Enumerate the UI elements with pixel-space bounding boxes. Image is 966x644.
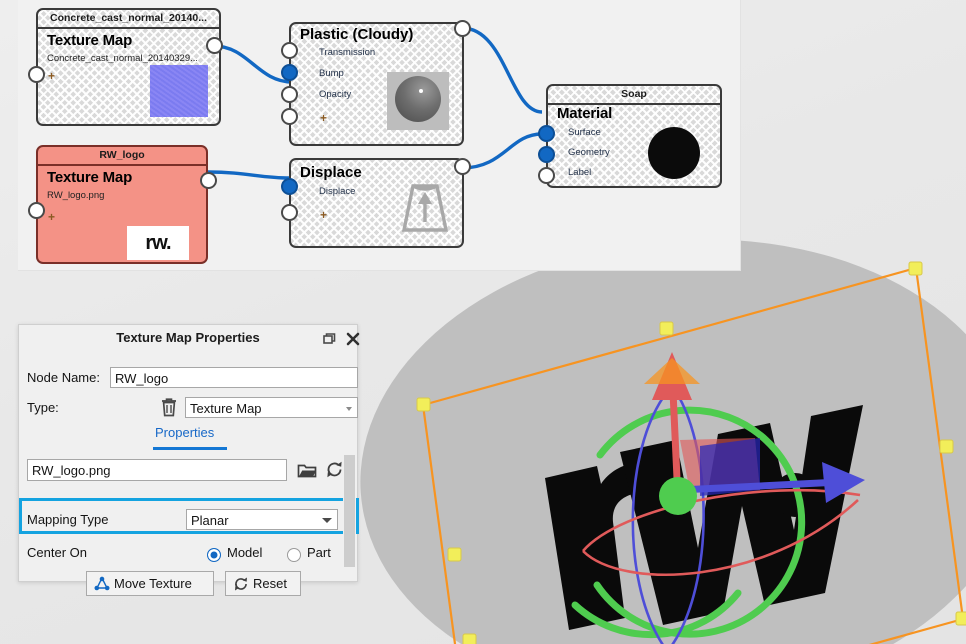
row-center-on: Center On Model Part: [19, 538, 357, 568]
node-subtitle: RW_logo.png: [47, 190, 105, 201]
node-name-input[interactable]: RW_logo: [110, 367, 358, 388]
port-label-bump: Bump: [319, 68, 344, 79]
type-label: Type:: [27, 400, 59, 415]
port-in-concrete[interactable]: [28, 66, 45, 83]
type-select[interactable]: Texture Map: [185, 397, 358, 418]
port-in-label[interactable]: [538, 167, 555, 184]
node-heading: Displace: [300, 164, 362, 181]
wire-rwlogo-to-displace: [207, 170, 291, 180]
node-body: Plastic (Cloudy) Transmission Bump Opaci…: [291, 24, 462, 144]
wire-plastic-to-surface: [461, 26, 543, 114]
center-on-label: Center On: [27, 545, 87, 560]
node-add-dot[interactable]: +: [48, 70, 55, 82]
trash-icon[interactable]: [159, 397, 179, 423]
tab-properties[interactable]: Properties: [155, 425, 214, 445]
dialog-title: Texture Map Properties: [116, 330, 260, 345]
port-label-surface: Surface: [568, 127, 601, 138]
port-label-transmission: Transmission: [319, 47, 376, 58]
node-material-soap[interactable]: Soap Material Surface Geometry Label: [546, 84, 722, 188]
mapping-type-value: Planar: [191, 513, 229, 528]
dialog-scrollbar-thumb[interactable]: [344, 455, 355, 567]
mapping-type-label: Mapping Type: [27, 512, 109, 527]
port-in-displace[interactable]: [281, 178, 298, 195]
refresh-icon: [233, 576, 249, 592]
port-out-rwlogo[interactable]: [200, 172, 217, 189]
move-texture-icon: [94, 576, 110, 591]
node-graph-panel[interactable]: Concrete_cast_normal_20140... Texture Ma…: [18, 0, 741, 271]
port-out-displace[interactable]: [454, 158, 471, 175]
port-in-bump[interactable]: [281, 64, 298, 81]
chevron-down-icon: [346, 407, 352, 411]
close-icon[interactable]: [343, 329, 363, 349]
dialog-scrollbar[interactable]: [343, 455, 356, 567]
dialog-body: Node Name: RW_logo Type: Texture Map Pro…: [19, 353, 359, 596]
gizmo-center-handle: [659, 477, 697, 515]
port-in-plastic-extra[interactable]: [281, 108, 298, 125]
node-plastic-cloudy[interactable]: Plastic (Cloudy) Transmission Bump Opaci…: [289, 22, 464, 146]
port-in-opacity[interactable]: [281, 86, 298, 103]
normal-map-swatch: [150, 65, 208, 117]
node-heading: Texture Map: [47, 32, 133, 49]
node-title: Concrete_cast_normal_20140...: [38, 10, 219, 29]
plastic-sphere-preview: [387, 72, 449, 130]
node-add-dot[interactable]: +: [48, 211, 55, 223]
node-body: Displace Displace +: [291, 160, 462, 246]
texture-map-properties-dialog[interactable]: Texture Map Properties Node Name: RW_log…: [18, 324, 360, 596]
node-body: Texture Map Concrete_cast_normal_2014032…: [38, 29, 219, 124]
port-label-geometry: Geometry: [568, 147, 610, 158]
tab-active-underline: [153, 447, 227, 450]
reset-button[interactable]: Reset: [225, 571, 301, 596]
wire-displace-to-geometry: [461, 132, 543, 170]
texture-file-input[interactable]: RW_logo.png: [27, 459, 287, 481]
dialog-tabstrip: Properties: [19, 425, 357, 451]
dialog-titlebar[interactable]: Texture Map Properties: [19, 325, 360, 353]
node-title: RW_logo: [38, 147, 206, 166]
node-title: Soap: [548, 86, 720, 105]
type-select-value: Texture Map: [190, 401, 262, 416]
refresh-icon[interactable]: [325, 460, 344, 484]
restore-window-icon[interactable]: [318, 329, 338, 349]
node-texture-map-rwlogo[interactable]: RW_logo Texture Map RW_logo.png + rw.: [36, 145, 208, 264]
reset-label: Reset: [253, 576, 287, 591]
node-subtitle: Concrete_cast_normal_20140329...: [47, 53, 197, 64]
radio-center-on-model[interactable]: [207, 548, 221, 562]
node-displace[interactable]: Displace Displace +: [289, 158, 464, 248]
node-body: Texture Map RW_logo.png + rw.: [38, 166, 206, 262]
node-heading: Material: [557, 105, 613, 122]
port-label-label: Label: [568, 167, 592, 178]
node-add-dot[interactable]: +: [320, 209, 327, 221]
port-in-transmission[interactable]: [281, 42, 298, 59]
node-name-label: Node Name:: [27, 370, 100, 385]
port-in-rwlogo[interactable]: [28, 202, 45, 219]
chevron-down-icon: [322, 518, 332, 523]
node-body: Material Surface Geometry Label: [548, 105, 720, 186]
port-in-geometry[interactable]: [538, 146, 555, 163]
node-heading: Texture Map: [47, 169, 133, 186]
node-heading: Plastic (Cloudy): [300, 26, 414, 43]
row-mapping-type: Mapping Type Planar: [19, 505, 357, 535]
port-label-opacity: Opacity: [319, 89, 352, 100]
port-label-displace: Displace: [319, 186, 356, 197]
mapping-type-select[interactable]: Planar: [186, 509, 338, 530]
port-out-concrete[interactable]: [206, 37, 223, 54]
displace-preview: [401, 184, 449, 232]
rw-logo-swatch: rw.: [127, 226, 189, 260]
folder-open-icon[interactable]: [297, 461, 317, 484]
port-out-plastic[interactable]: [454, 20, 471, 37]
move-texture-button[interactable]: Move Texture: [86, 571, 214, 596]
node-add-dot[interactable]: +: [320, 112, 327, 124]
row-actions: Move Texture Reset: [19, 571, 357, 601]
row-file: RW_logo.png: [19, 456, 357, 486]
node-texture-map-concrete[interactable]: Concrete_cast_normal_20140... Texture Ma…: [36, 8, 221, 126]
port-in-displace-extra[interactable]: [281, 204, 298, 221]
row-type: Type: Texture Map: [19, 393, 358, 423]
radio-center-on-part[interactable]: [287, 548, 301, 562]
material-sphere-preview: [648, 127, 700, 179]
radio-label-model: Model: [227, 545, 263, 560]
port-in-surface[interactable]: [538, 125, 555, 142]
move-texture-label: Move Texture: [114, 576, 192, 591]
radio-label-part: Part: [307, 545, 331, 560]
row-node-name: Node Name: RW_logo: [19, 363, 358, 393]
